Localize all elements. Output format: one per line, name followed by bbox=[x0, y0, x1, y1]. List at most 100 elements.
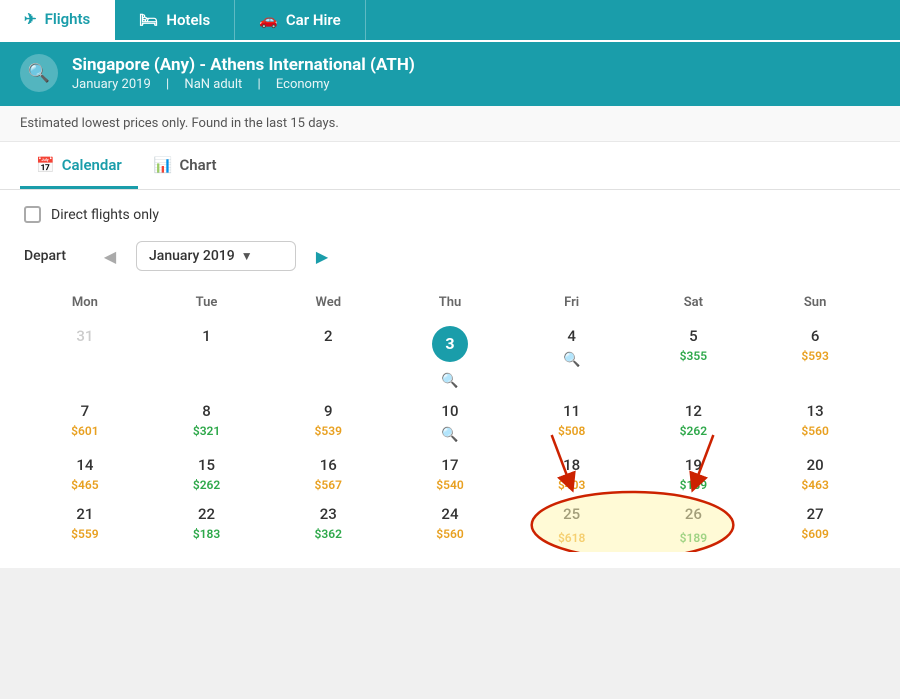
calendar-cell-12[interactable]: 12 $262 bbox=[633, 395, 755, 449]
price-display: $362 bbox=[271, 527, 385, 541]
tab-flights[interactable]: ✈ Flights bbox=[0, 0, 115, 40]
chart-tab-label: Chart bbox=[180, 156, 217, 174]
sep2: | bbox=[257, 77, 263, 92]
calendar-cell-8[interactable]: 8 $321 bbox=[146, 395, 268, 449]
flights-icon: ✈ bbox=[24, 10, 37, 28]
calendar-cell-3[interactable]: 3🔍 bbox=[389, 320, 511, 395]
calendar-cell-16[interactable]: 16$567 bbox=[267, 449, 389, 498]
calendar-cell-2[interactable]: 2 bbox=[267, 320, 389, 395]
day-number: 11 bbox=[563, 402, 580, 420]
hotels-label: Hotels bbox=[166, 11, 210, 29]
calendar-cell-22[interactable]: 22$183 bbox=[146, 498, 268, 552]
header-sat: Sat bbox=[633, 289, 755, 320]
day-number: 7 bbox=[81, 402, 90, 420]
search-bar: 🔍 Singapore (Any) - Athens International… bbox=[0, 42, 900, 106]
calendar-week-1: 31123🔍4🔍5$3556$593 bbox=[24, 320, 876, 395]
calendar-cell-23[interactable]: 23$362 bbox=[267, 498, 389, 552]
calendar-cell-26[interactable]: 26$189 bbox=[633, 498, 755, 552]
price-display: $321 bbox=[150, 424, 264, 438]
month-selector[interactable]: January 2019 ▼ bbox=[136, 241, 296, 271]
direct-flights-row: Direct flights only bbox=[24, 206, 876, 223]
calendar-cell-20[interactable]: 20 $463 bbox=[754, 449, 876, 498]
calendar-cell-27[interactable]: 27 $609 bbox=[754, 498, 876, 552]
day-number: 19 bbox=[685, 456, 702, 474]
tab-hotels[interactable]: 🛏 Hotels bbox=[115, 0, 235, 40]
calendar-cell-13[interactable]: 13$560 bbox=[754, 395, 876, 449]
notice-text: Estimated lowest prices only. Found in t… bbox=[0, 106, 900, 142]
calendar-cell-5[interactable]: 5$355 bbox=[633, 320, 755, 395]
calendar-week-2: 7$601 8 $3219$539 10 🔍 11$508 12 $26213$560 bbox=[24, 395, 876, 449]
tab-carhire[interactable]: 🚗 Car Hire bbox=[235, 0, 366, 40]
search-button[interactable]: 🔍 bbox=[20, 54, 58, 92]
calendar-cell-15[interactable]: 15 $262 bbox=[146, 449, 268, 498]
top-navigation: ✈ Flights 🛏 Hotels 🚗 Car Hire 🔍 Singapor… bbox=[0, 0, 900, 106]
calendar-cell-17[interactable]: 17$540 bbox=[389, 449, 511, 498]
depart-row: Depart ◀ January 2019 ▼ ▶ bbox=[24, 241, 876, 271]
calendar-cell-11[interactable]: 11$508 bbox=[511, 395, 633, 449]
calendar-cell-25[interactable]: 25$618 bbox=[511, 498, 633, 552]
calendar-cell-14[interactable]: 14$465 bbox=[24, 449, 146, 498]
price-display: $262 bbox=[637, 424, 751, 438]
day-number: 18 bbox=[563, 456, 580, 474]
search-info: Singapore (Any) - Athens International (… bbox=[72, 55, 415, 92]
selected-month: January 2019 bbox=[149, 248, 235, 264]
price-display: $593 bbox=[758, 349, 872, 363]
prev-month-button[interactable]: ◀ bbox=[96, 242, 124, 270]
search-details: January 2019 | NaN adult | Economy bbox=[72, 77, 415, 92]
calendar-cell-4[interactable]: 4🔍 bbox=[511, 320, 633, 395]
calendar-cell-10[interactable]: 10 🔍 bbox=[389, 395, 511, 449]
calendar-cell-9[interactable]: 9$539 bbox=[267, 395, 389, 449]
carhire-label: Car Hire bbox=[286, 11, 341, 29]
tab-calendar[interactable]: 📅 Calendar bbox=[20, 142, 138, 189]
price-display: $189 bbox=[637, 478, 751, 492]
price-display: $567 bbox=[271, 478, 385, 492]
depart-label: Depart bbox=[24, 248, 84, 264]
day-number: 4 bbox=[567, 327, 576, 345]
price-display: $463 bbox=[758, 478, 872, 492]
day-number: 21 bbox=[76, 505, 93, 523]
header-thu: Thu bbox=[389, 289, 511, 320]
calendar-icon: 📅 bbox=[36, 156, 55, 174]
price-display: $355 bbox=[637, 349, 751, 363]
direct-flights-checkbox[interactable] bbox=[24, 206, 41, 223]
calendar-cell-1[interactable]: 1 bbox=[146, 320, 268, 395]
search-icon: 🔍 bbox=[441, 427, 458, 443]
day-number: 20 bbox=[807, 456, 824, 474]
calendar-section: Direct flights only Depart ◀ January 201… bbox=[0, 190, 900, 568]
carhire-icon: 🚗 bbox=[259, 11, 278, 29]
calendar-cell-6[interactable]: 6$593 bbox=[754, 320, 876, 395]
price-display: $618 bbox=[515, 527, 629, 546]
day-number: 10 bbox=[441, 402, 458, 420]
search-icon: 🔍 bbox=[441, 373, 458, 389]
day-number: 8 bbox=[202, 402, 211, 420]
hotels-icon: 🛏 bbox=[139, 11, 158, 29]
calendar-cell-21[interactable]: 21 $559 bbox=[24, 498, 146, 552]
calendar-week-3: 14$465 15 $26216$56717$54018$403 19 $189 20 $4… bbox=[24, 449, 876, 498]
calendar-cell-7[interactable]: 7$601 bbox=[24, 395, 146, 449]
day-number: 27 bbox=[807, 505, 824, 523]
price-display: $262 bbox=[150, 478, 264, 492]
calendar-cell-18[interactable]: 18$403 bbox=[511, 449, 633, 498]
day-number: 26 bbox=[685, 505, 702, 523]
today-indicator: 3 bbox=[432, 326, 468, 362]
day-number: 12 bbox=[685, 402, 702, 420]
price-display: $609 bbox=[758, 527, 872, 541]
calendar-cell-19[interactable]: 19 $189 bbox=[633, 449, 755, 498]
calendar-header-row: Mon Tue Wed Thu Fri Sat Sun bbox=[24, 289, 876, 320]
calendar-week-4: 21 $559 22$18323$36224$56025$61826$189 27 $6… bbox=[24, 498, 876, 552]
day-number: 1 bbox=[202, 327, 211, 345]
day-number: 22 bbox=[198, 505, 215, 523]
calendar-cell-24[interactable]: 24$560 bbox=[389, 498, 511, 552]
calendar-table: Mon Tue Wed Thu Fri Sat Sun 31123🔍4🔍5$35… bbox=[24, 289, 876, 552]
direct-flights-label[interactable]: Direct flights only bbox=[51, 207, 159, 223]
calendar-cell-31[interactable]: 31 bbox=[24, 320, 146, 395]
price-display: $560 bbox=[393, 527, 507, 541]
day-number: 15 bbox=[198, 456, 215, 474]
price-display: $559 bbox=[28, 527, 142, 541]
search-adults: NaN adult bbox=[184, 77, 242, 92]
day-number: 13 bbox=[807, 402, 824, 420]
calendar-wrapper: Mon Tue Wed Thu Fri Sat Sun 31123🔍4🔍5$35… bbox=[24, 289, 876, 552]
sep1: | bbox=[166, 77, 172, 92]
tab-chart[interactable]: 📊 Chart bbox=[138, 142, 233, 189]
next-month-button[interactable]: ▶ bbox=[308, 242, 336, 270]
